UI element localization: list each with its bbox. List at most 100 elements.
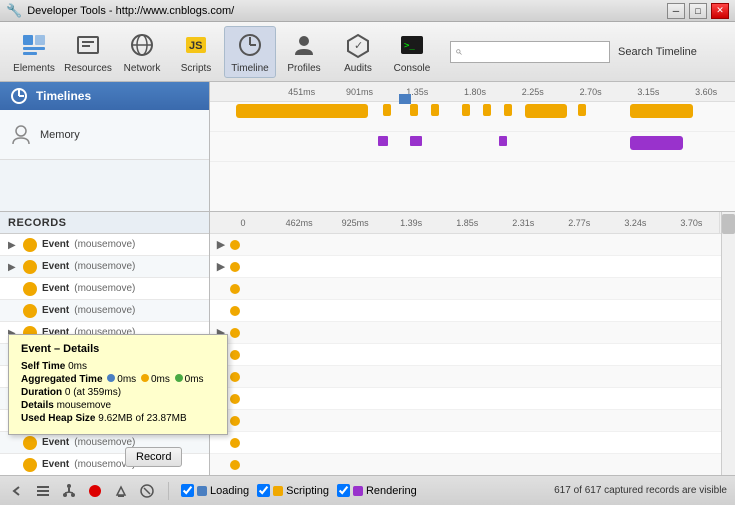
- audits-icon: ✓: [342, 29, 374, 61]
- rendering-checkbox[interactable]: [337, 484, 350, 497]
- scripts-icon: JS: [180, 29, 212, 61]
- elements-icon: [18, 29, 50, 61]
- maximize-button[interactable]: □: [689, 3, 707, 19]
- tl-bar-orange-2: [525, 104, 567, 118]
- scripting-color: [273, 486, 283, 496]
- console-icon: >_: [396, 29, 428, 61]
- record-circle-icon[interactable]: [86, 482, 104, 500]
- tl-purple-2: [410, 136, 422, 146]
- toolbar-network[interactable]: Network: [116, 26, 168, 78]
- toolbar-audits[interactable]: ✓ Audits: [332, 26, 384, 78]
- resources-icon: [72, 29, 104, 61]
- toolbar-timeline[interactable]: Timeline: [224, 26, 276, 78]
- timeline-content: [210, 102, 735, 211]
- list-icon[interactable]: [34, 482, 52, 500]
- toolbar-elements[interactable]: Elements: [8, 26, 60, 78]
- tick-6: 2.70s: [562, 87, 620, 97]
- rec-row-dot-8: [230, 416, 240, 426]
- toolbar-console[interactable]: >_ Console: [386, 26, 438, 78]
- search-box[interactable]: [450, 41, 610, 63]
- loading-checkbox-group: Loading: [181, 484, 249, 497]
- rec-ruler: 0 462ms 925ms 1.39s 1.85s 2.31s 2.77s 3.…: [210, 212, 735, 234]
- rec-row-dot-10: [230, 460, 240, 470]
- record-button[interactable]: Record: [125, 447, 182, 467]
- minimize-button[interactable]: ─: [667, 3, 685, 19]
- status-text: 617 of 617 captured records are visible: [554, 485, 727, 496]
- search-input[interactable]: [462, 46, 604, 58]
- expand-arrow-0[interactable]: ▶: [8, 240, 18, 250]
- scripts-label: Scripts: [181, 63, 212, 74]
- rec-row-1: ▶: [210, 256, 735, 278]
- agg-dot-blue: [107, 374, 115, 382]
- memory-label: Memory: [40, 129, 80, 141]
- tl-bar-purple-1: [630, 136, 683, 150]
- time-ruler: 451ms 901ms 1.35s 1.80s 2.25s 2.70s 3.15…: [210, 82, 735, 102]
- tooltip-agg: Aggregated Time 0ms 0ms 0ms: [21, 374, 215, 385]
- toolbar-scripts[interactable]: JS Scripts: [170, 26, 222, 78]
- sidebar-left: Timelines Memory: [0, 82, 210, 211]
- bottom-sep: [168, 482, 169, 500]
- timeline-row-1: [210, 102, 735, 132]
- rec-tick-8: 3.70s: [663, 218, 719, 228]
- network-icon: [126, 29, 158, 61]
- record-item-1[interactable]: ▶ Event (mousemove): [0, 256, 209, 278]
- rec-content: ▶ ▶ ▶ ▶ ▶ ▶ ▶ ▶ ▶ ▶ ▶ ▶: [210, 234, 735, 475]
- rec-row-arrow-1[interactable]: ▶: [215, 261, 227, 273]
- clear-icon[interactable]: [112, 482, 130, 500]
- rec-tick-1: 462ms: [271, 218, 327, 228]
- rec-row-6: ▶: [210, 366, 735, 388]
- timeline-right: 451ms 901ms 1.35s 1.80s 2.25s 2.70s 3.15…: [210, 82, 735, 211]
- tooltip-self-time: Self Time 0ms: [21, 361, 215, 372]
- scripting-checkbox[interactable]: [257, 484, 270, 497]
- record-item-0[interactable]: ▶ Event (mousemove): [0, 234, 209, 256]
- profiles-label: Profiles: [287, 63, 320, 74]
- search-label: Search Timeline: [618, 46, 697, 58]
- tree-icon[interactable]: [60, 482, 78, 500]
- expand-arrow-1[interactable]: ▶: [8, 262, 18, 272]
- back-icon[interactable]: [8, 482, 26, 500]
- title-icon: 🔧: [6, 3, 22, 19]
- scrollbar-thumb[interactable]: [722, 214, 735, 234]
- rec-row-dot-2: [230, 284, 240, 294]
- tick-4: 1.80s: [446, 87, 504, 97]
- toolbar-resources[interactable]: Resources: [62, 26, 114, 78]
- loading-label: Loading: [210, 485, 249, 497]
- console-label: Console: [394, 63, 431, 74]
- rec-row-4: ▶: [210, 322, 735, 344]
- svg-text:JS: JS: [189, 40, 202, 52]
- rec-row-3: ▶: [210, 300, 735, 322]
- loading-checkbox[interactable]: [181, 484, 194, 497]
- timelines-panel: Timelines Memory 451ms 901ms 1.35s 1.80s…: [0, 82, 735, 212]
- title-buttons[interactable]: ─ □ ✕: [667, 3, 729, 19]
- tooltip-self-label: Self Time: [21, 361, 65, 372]
- close-button[interactable]: ✕: [711, 3, 729, 19]
- toolbar-profiles[interactable]: Profiles: [278, 26, 330, 78]
- tl-blue-1: [399, 94, 411, 104]
- memory-icon: [10, 124, 32, 146]
- rec-row-dot-3: [230, 306, 240, 316]
- rendering-label: Rendering: [366, 485, 417, 497]
- rec-tick-3: 1.39s: [383, 218, 439, 228]
- record-icon-9: [23, 436, 37, 450]
- rec-tick-4: 1.85s: [439, 218, 495, 228]
- record-item-3[interactable]: ▶ Event (mousemove): [0, 300, 209, 322]
- agg-val-0: 0ms: [117, 374, 136, 385]
- tl-dot-5: [483, 104, 491, 116]
- records-panel: RECORDS ▶ Event (mousemove) ▶ Event (mou…: [0, 212, 735, 475]
- tl-dot-1: [383, 104, 391, 116]
- tooltip-title: Event – Details: [21, 343, 215, 355]
- tooltip-details-value: mousemove: [57, 400, 111, 411]
- stop-icon[interactable]: [138, 482, 156, 500]
- rec-row-dot-4: [230, 328, 240, 338]
- timeline-label: Timeline: [231, 63, 268, 74]
- tooltip-details-label: Details: [21, 400, 54, 411]
- tooltip-dur-label: Duration: [21, 387, 62, 398]
- rec-row-arrow-0[interactable]: ▶: [215, 239, 227, 251]
- rec-ruler-ticks: 0 462ms 925ms 1.39s 1.85s 2.31s 2.77s 3.…: [210, 212, 719, 233]
- record-item-2[interactable]: ▶ Event (mousemove): [0, 278, 209, 300]
- rec-row-dot-7: [230, 394, 240, 404]
- rec-row-dot-5: [230, 350, 240, 360]
- agg-dot-orange: [141, 374, 149, 382]
- vertical-scrollbar[interactable]: [721, 212, 735, 475]
- rec-tick-0: 0: [215, 218, 271, 228]
